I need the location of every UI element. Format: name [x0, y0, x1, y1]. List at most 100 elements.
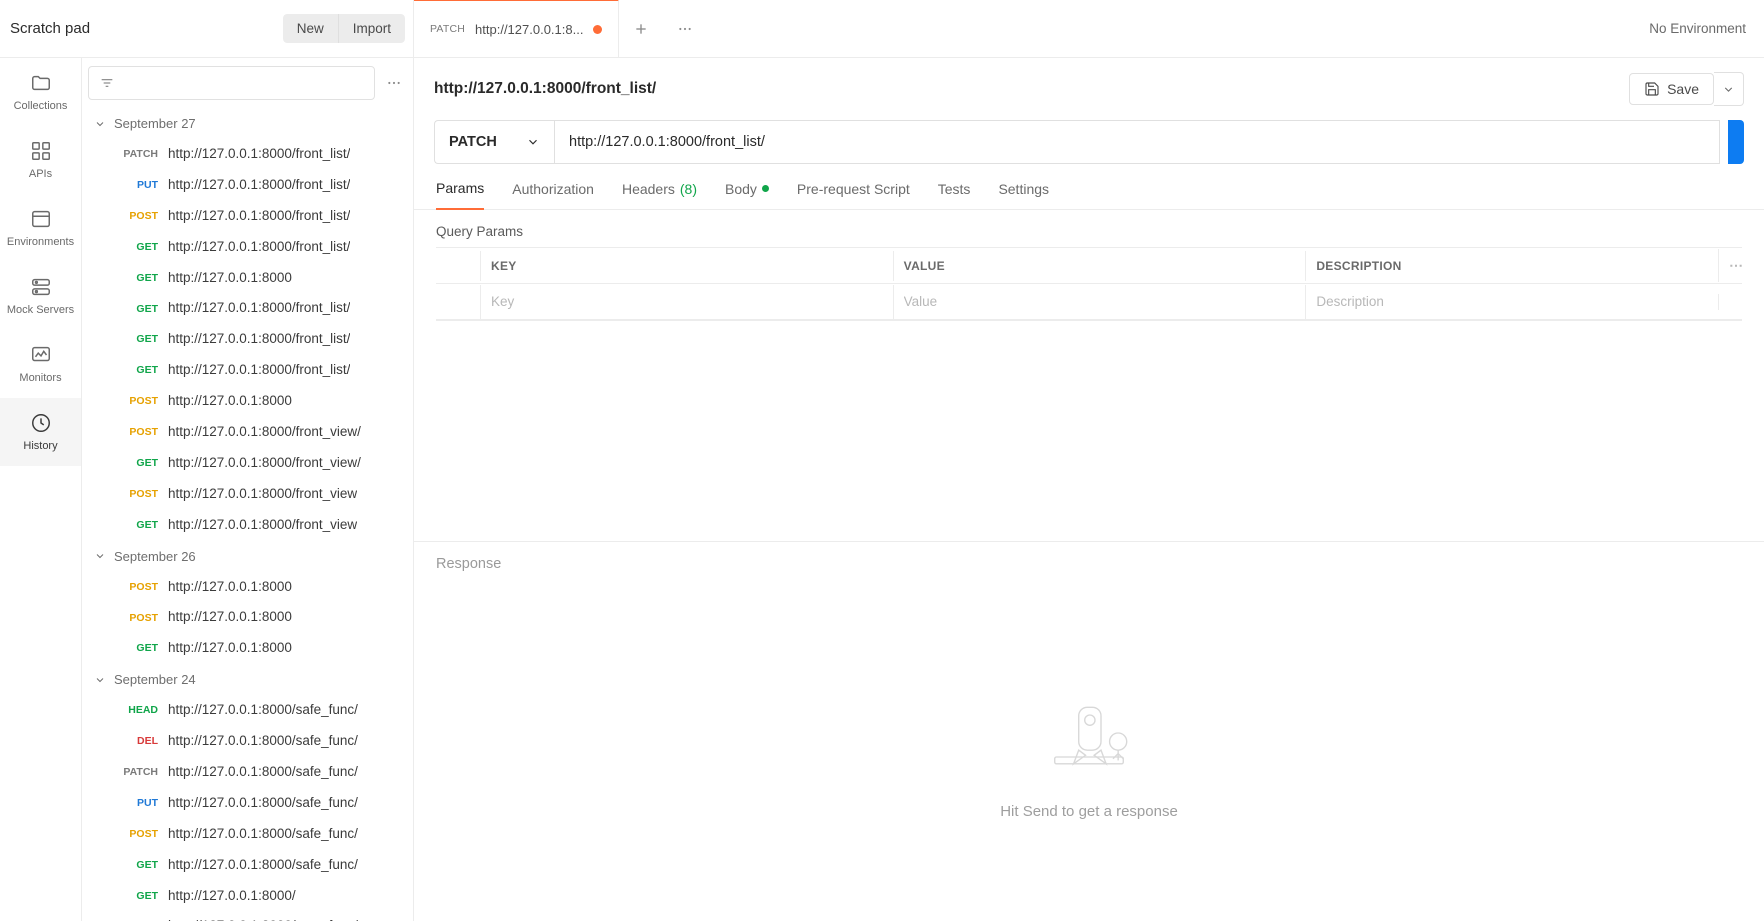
sidebar-item-mock-servers[interactable]: Mock Servers	[0, 262, 81, 330]
send-button[interactable]	[1728, 120, 1744, 164]
history-item[interactable]: HEAD http://127.0.0.1:8000/safe_func/	[82, 695, 411, 726]
tab-authorization[interactable]: Authorization	[512, 181, 594, 209]
history-item[interactable]: GEThttp://127.0.0.1:8000/front_list/	[82, 355, 411, 386]
history-item[interactable]: POSThttp://127.0.0.1:8000	[82, 602, 411, 633]
query-params-title: Query Params	[436, 224, 1742, 239]
history-item[interactable]: PATCHhttp://127.0.0.1:8000/safe_func/	[82, 757, 411, 788]
history-item[interactable]: GEThttp://127.0.0.1:8000/safe_func/	[82, 850, 411, 881]
save-dropdown[interactable]	[1714, 72, 1744, 106]
save-label: Save	[1667, 81, 1699, 97]
history-item[interactable]: PUT http://127.0.0.1:8000/front_list/	[82, 170, 411, 201]
sidebar-item-monitors[interactable]: Monitors	[0, 330, 81, 398]
history-item-url: http://127.0.0.1:8000/front_list/	[168, 176, 350, 195]
history-item-method: PATCH	[116, 765, 158, 780]
sidebar-item-label: Mock Servers	[7, 304, 74, 316]
param-description-input[interactable]	[1316, 294, 1708, 309]
history-item[interactable]: GEThttp://127.0.0.1:8000/front_list/	[82, 232, 411, 263]
sidebar-item-apis[interactable]: APIs	[0, 126, 81, 194]
history-item-method: PUT	[116, 178, 158, 193]
more-horizontal-icon	[386, 75, 402, 91]
history-date-group[interactable]: September 26	[82, 541, 411, 572]
history-item[interactable]: POSThttp://127.0.0.1:8000/front_view/	[82, 417, 411, 448]
sidebar-item-label: History	[23, 440, 57, 452]
history-item-method: DEL	[116, 734, 158, 749]
method-select[interactable]: PATCH	[434, 120, 554, 164]
history-item[interactable]: GEThttp://127.0.0.1:8000/front_view	[82, 510, 411, 541]
sidebar-item-label: Monitors	[19, 372, 61, 384]
history-item-method: GET	[116, 641, 158, 656]
sidebar-item-collections[interactable]: Collections	[0, 58, 81, 126]
history-item-url: http://127.0.0.1:8000/safe_func/	[168, 825, 358, 844]
history-item-method: HEAD	[116, 703, 158, 718]
history-item[interactable]: GEThttp://127.0.0.1:8000/front_list/	[82, 324, 411, 355]
history-item-url: http://127.0.0.1:8000/front_list/	[168, 238, 350, 257]
col-description: DESCRIPTION	[1305, 251, 1718, 281]
history-item[interactable]: POSThttp://127.0.0.1:8000	[82, 386, 411, 417]
history-item[interactable]: GEThttp://127.0.0.1:8000/front_list/	[82, 293, 411, 324]
environment-selector[interactable]: No Environment	[1631, 0, 1764, 58]
history-date-label: September 24	[114, 672, 196, 687]
history-item-method: POST	[116, 580, 158, 595]
sidebar-item-label: APIs	[29, 168, 52, 180]
param-value-input[interactable]	[904, 294, 1296, 309]
history-item[interactable]: POSThttp://127.0.0.1:8000/post_func/	[82, 911, 411, 921]
response-panel: Response Hit Send to get a r	[414, 541, 1764, 921]
col-value: VALUE	[893, 251, 1306, 281]
url-input[interactable]	[554, 120, 1720, 164]
history-item-method: POST	[116, 611, 158, 626]
tab-params[interactable]: Params	[436, 180, 484, 210]
param-key-input[interactable]	[491, 294, 883, 309]
new-tab-button[interactable]	[619, 0, 663, 58]
history-item-url: http://127.0.0.1:8000/safe_func/	[168, 701, 358, 720]
tab-headers-label: Headers	[622, 181, 675, 197]
params-bulk-edit-button[interactable]: ⋯	[1718, 249, 1742, 282]
history-item-url: http://127.0.0.1:8000	[168, 578, 292, 597]
history-item[interactable]: GEThttp://127.0.0.1:8000/front_view/	[82, 448, 411, 479]
history-item[interactable]: GEThttp://127.0.0.1:8000	[82, 633, 411, 664]
api-icon	[30, 140, 52, 162]
history-item-method: GET	[116, 302, 158, 317]
history-item[interactable]: POST http://127.0.0.1:8000	[82, 572, 411, 603]
table-row	[436, 284, 1742, 320]
tab-settings[interactable]: Settings	[998, 181, 1049, 209]
history-actions-button[interactable]	[383, 75, 405, 91]
history-item[interactable]: POSThttp://127.0.0.1:8000/front_list/	[82, 201, 411, 232]
save-button[interactable]: Save	[1629, 73, 1714, 105]
history-item-method: GET	[116, 456, 158, 471]
scratchpad-title: Scratch pad	[10, 20, 283, 37]
new-button[interactable]: New	[283, 14, 338, 43]
sidebar-item-label: Environments	[7, 236, 74, 248]
history-date-group[interactable]: September 24	[82, 664, 411, 695]
history-item-method: GET	[116, 271, 158, 286]
history-item[interactable]: GEThttp://127.0.0.1:8000	[82, 263, 411, 294]
body-active-dot-icon	[762, 185, 769, 192]
history-filter-input[interactable]	[88, 66, 375, 100]
history-date-group[interactable]: September 27	[82, 108, 411, 139]
import-button[interactable]: Import	[338, 14, 405, 43]
save-icon	[1644, 81, 1660, 97]
tab-pre-request-script[interactable]: Pre-request Script	[797, 181, 910, 209]
tab-headers[interactable]: Headers (8)	[622, 181, 697, 209]
unsaved-dot-icon	[593, 25, 602, 34]
sidebar-item-environments[interactable]: Environments	[0, 194, 81, 262]
col-key: KEY	[480, 251, 893, 281]
response-title: Response	[414, 542, 1764, 586]
sidebar-item-history[interactable]: History	[0, 398, 81, 466]
history-item[interactable]: PATCHhttp://127.0.0.1:8000/front_list/	[82, 139, 411, 170]
request-title[interactable]: http://127.0.0.1:8000/front_list/	[434, 80, 656, 98]
chevron-down-icon	[526, 135, 540, 149]
tab-actions-button[interactable]	[663, 0, 707, 58]
history-item[interactable]: GEThttp://127.0.0.1:8000/	[82, 881, 411, 912]
sidebar-item-label: Collections	[14, 100, 68, 112]
history-item[interactable]: PUThttp://127.0.0.1:8000/safe_func/	[82, 788, 411, 819]
history-item[interactable]: POSThttp://127.0.0.1:8000/safe_func/	[82, 819, 411, 850]
history-item[interactable]: POSThttp://127.0.0.1:8000/front_view	[82, 479, 411, 510]
history-item[interactable]: DELhttp://127.0.0.1:8000/safe_func/	[82, 726, 411, 757]
request-tab[interactable]: PATCH http://127.0.0.1:8...	[414, 0, 619, 58]
history-item-url: http://127.0.0.1:8000	[168, 392, 292, 411]
tab-body[interactable]: Body	[725, 181, 769, 209]
request-tab-name: http://127.0.0.1:8...	[475, 22, 583, 37]
folder-icon	[30, 72, 52, 94]
tab-tests[interactable]: Tests	[938, 181, 971, 209]
plus-icon	[633, 21, 649, 37]
